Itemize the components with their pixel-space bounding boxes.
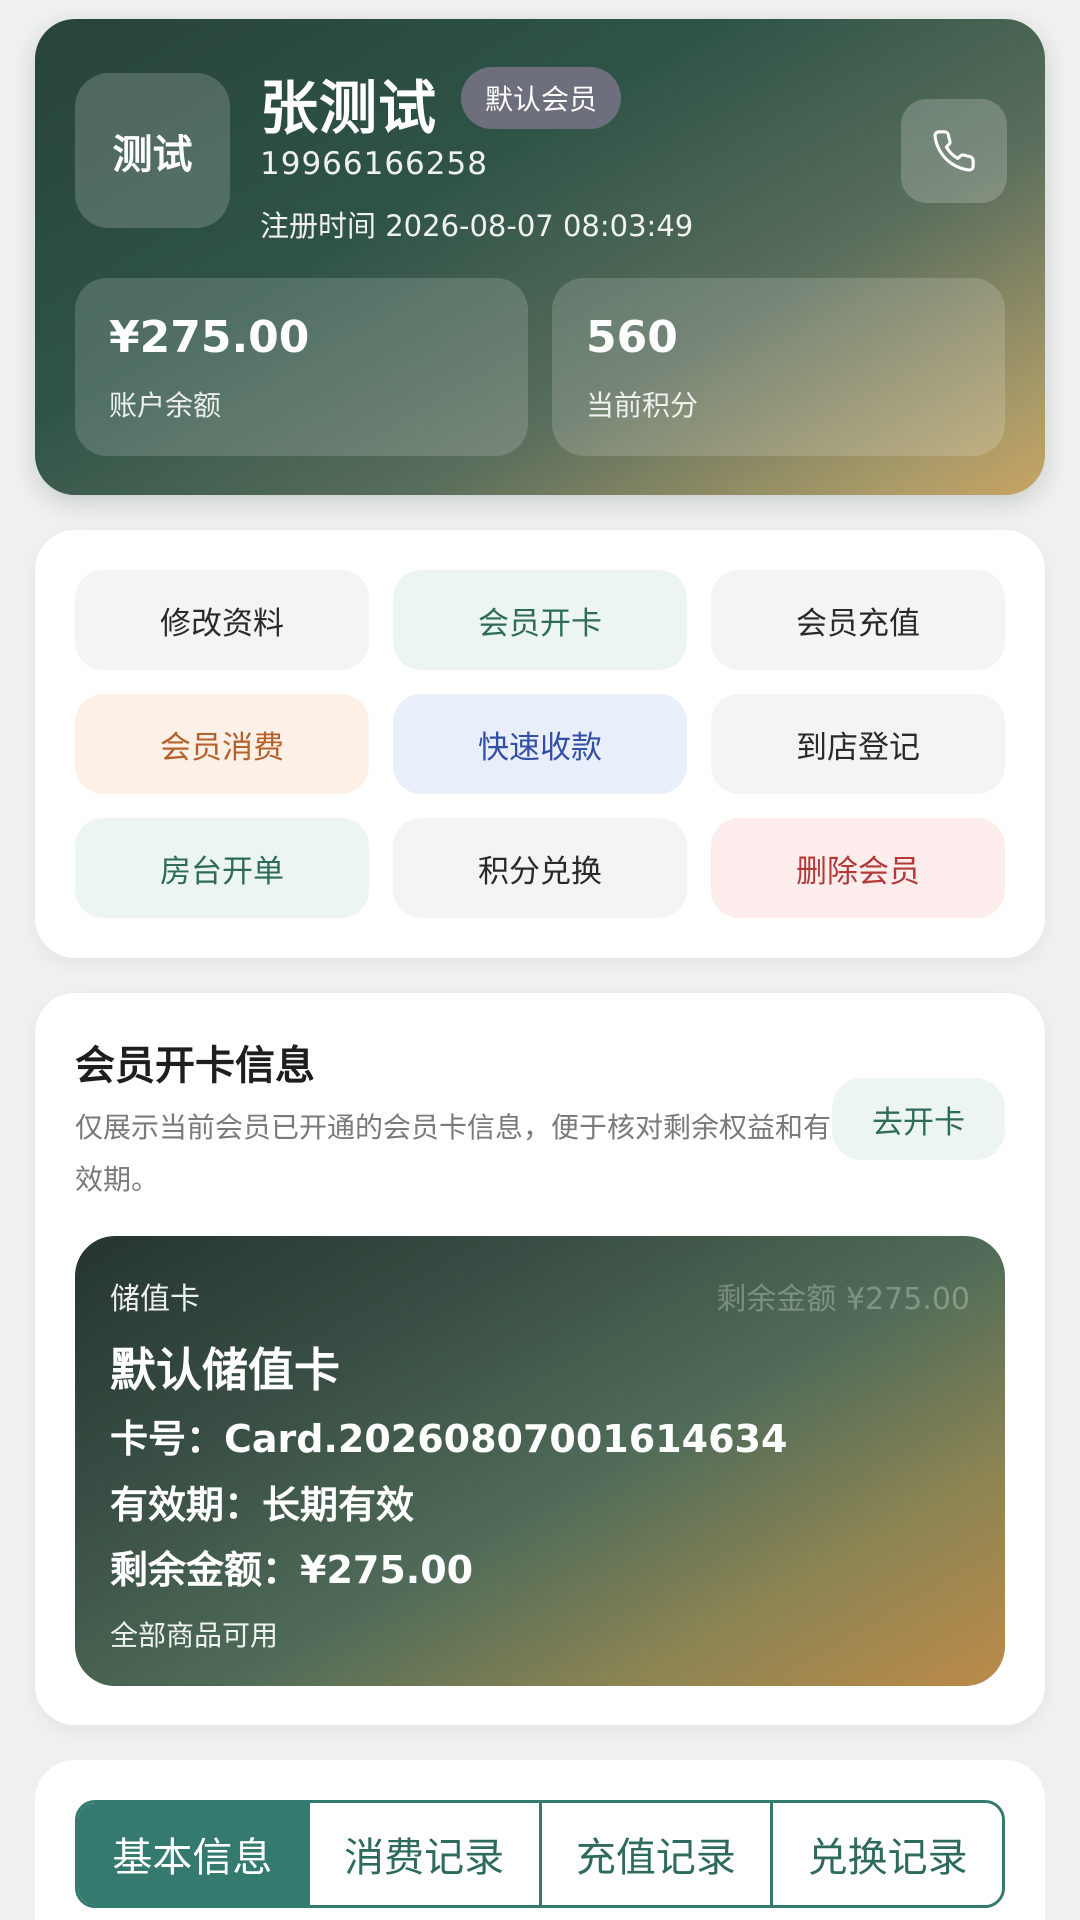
avatar-text: 测试 [112, 131, 193, 178]
member-phone: 19966166258 [260, 146, 488, 182]
tab-consume-records[interactable]: 消费记录 [306, 1803, 539, 1905]
recharge-button[interactable]: 会员充值 [711, 570, 1005, 670]
avatar: 测试 [75, 73, 230, 228]
points-value: 560 [586, 312, 678, 363]
points-exchange-button[interactable]: 积分兑换 [393, 818, 687, 918]
records-section: 基本信息 消费记录 充值记录 兑换记录 [35, 1760, 1045, 1920]
balance-stat: ¥275.00 账户余额 [75, 278, 528, 456]
check-in-button[interactable]: 到店登记 [711, 694, 1005, 794]
member-hero-card: 测试 张测试 默认会员 19966166258 注册时间 2026-08-07 … [35, 19, 1045, 495]
phone-icon [933, 130, 975, 172]
delete-member-button[interactable]: 删除会员 [711, 818, 1005, 918]
member-level-text: 默认会员 [485, 83, 598, 116]
action-panel: 修改资料 会员开卡 会员充值 会员消费 快速收款 到店登记 房台开单 积分兑换 … [35, 530, 1045, 958]
card-name: 默认储值卡 [110, 1343, 340, 1397]
member-name: 张测试 [260, 74, 438, 142]
tab-basic-info[interactable]: 基本信息 [78, 1803, 307, 1905]
open-table-button[interactable]: 房台开单 [75, 818, 369, 918]
balance-label: 账户余额 [109, 389, 222, 422]
section-title: 会员开卡信息 [75, 1043, 315, 1089]
points-stat: 560 当前积分 [552, 278, 1005, 456]
points-label: 当前积分 [586, 389, 699, 422]
card-scope: 全部商品可用 [110, 1619, 279, 1652]
card-validity: 有效期：长期有效 [110, 1483, 415, 1527]
member-detail-page: 测试 张测试 默认会员 19966166258 注册时间 2026-08-07 … [0, 0, 1080, 1920]
consume-button[interactable]: 会员消费 [75, 694, 369, 794]
quick-pay-button[interactable]: 快速收款 [393, 694, 687, 794]
edit-profile-button[interactable]: 修改资料 [75, 570, 369, 670]
open-card-button[interactable]: 会员开卡 [393, 570, 687, 670]
balance-value: ¥275.00 [109, 312, 310, 363]
card-remaining-watermark: 剩余金额 ¥275.00 [716, 1282, 970, 1317]
section-description: 仅展示当前会员已开通的会员卡信息，便于核对剩余权益和有效期。 [75, 1111, 832, 1196]
go-open-card-button[interactable]: 去开卡 [832, 1078, 1005, 1160]
card-type: 储值卡 [110, 1282, 200, 1317]
register-time: 注册时间 2026-08-07 08:03:49 [260, 209, 694, 243]
member-level-badge: 默认会员 [461, 67, 622, 129]
card-info-section: 会员开卡信息 仅展示当前会员已开通的会员卡信息，便于核对剩余权益和有效期。 去开… [35, 993, 1045, 1725]
card-number: 卡号：Card.20260807001614634 [110, 1417, 788, 1461]
tab-recharge-records[interactable]: 充值记录 [538, 1803, 771, 1905]
stored-value-card[interactable]: 储值卡 剩余金额 ¥275.00 默认储值卡 卡号：Card.202608070… [75, 1236, 1005, 1686]
records-tab-bar: 基本信息 消费记录 充值记录 兑换记录 [75, 1800, 1005, 1908]
card-balance: 剩余金额：¥275.00 [110, 1548, 474, 1592]
call-button[interactable] [901, 99, 1007, 203]
tab-exchange-records[interactable]: 兑换记录 [770, 1803, 1002, 1905]
